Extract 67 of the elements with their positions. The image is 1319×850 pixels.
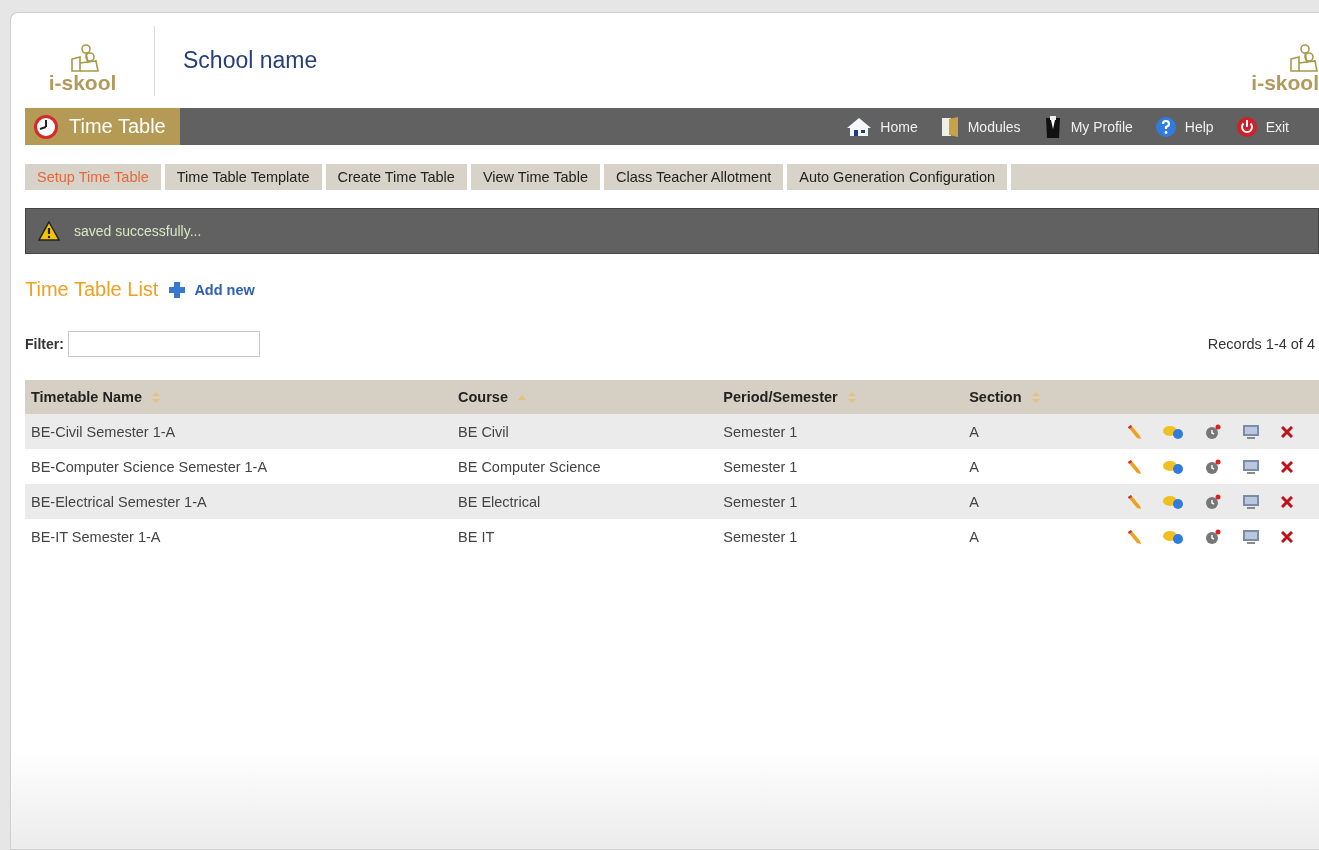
message-text: saved successfully... bbox=[74, 223, 202, 239]
monitor-icon[interactable] bbox=[1242, 423, 1261, 440]
home-icon bbox=[846, 116, 873, 137]
nav-link[interactable]: Help bbox=[1154, 114, 1214, 139]
nav-link[interactable]: Exit bbox=[1235, 114, 1289, 139]
logo-text: i-skool bbox=[48, 72, 117, 93]
folder-icon bbox=[939, 115, 960, 138]
tab[interactable]: Class Teacher Allotment bbox=[603, 164, 784, 190]
records-count: Records 1-4 of 4 bbox=[1207, 336, 1316, 352]
delete-icon[interactable] bbox=[1280, 530, 1293, 543]
table-cell: A bbox=[963, 449, 1080, 484]
coins-icon[interactable] bbox=[1162, 423, 1185, 440]
monitor-icon[interactable] bbox=[1242, 528, 1261, 545]
nav-link[interactable]: Home bbox=[846, 114, 918, 139]
nav-link[interactable]: My Profile bbox=[1042, 114, 1133, 139]
coins-icon[interactable] bbox=[1162, 458, 1185, 475]
table-cell: A bbox=[963, 484, 1080, 519]
filter-field[interactable] bbox=[67, 331, 260, 357]
table-cell: BE-Civil Semester 1-A bbox=[25, 414, 452, 449]
column-header[interactable]: Section bbox=[963, 380, 1080, 414]
table-cell: Semester 1 bbox=[717, 484, 964, 519]
logo-text: i-skool bbox=[1251, 72, 1319, 93]
table-cell: BE Electrical bbox=[452, 484, 718, 519]
tab[interactable]: Auto Generation Configuration bbox=[787, 164, 1008, 190]
table-cell: BE-Computer Science Semester 1-A bbox=[25, 449, 452, 484]
coins-icon[interactable] bbox=[1162, 493, 1185, 510]
monitor-icon[interactable] bbox=[1242, 493, 1261, 510]
pencil-icon[interactable] bbox=[1125, 458, 1142, 475]
module-title: Time Table bbox=[69, 115, 166, 138]
help-icon bbox=[1154, 115, 1177, 138]
column-header[interactable]: Period/Semester bbox=[717, 380, 964, 414]
add-new-link[interactable]: Add new bbox=[168, 280, 255, 299]
pencil-icon[interactable] bbox=[1125, 528, 1142, 545]
plus-icon bbox=[168, 280, 187, 299]
tab[interactable]: Time Table Template bbox=[164, 164, 322, 190]
list-title: Time Table List bbox=[25, 278, 159, 301]
table-cell: BE Computer Science bbox=[452, 449, 718, 484]
clock-pin-icon[interactable] bbox=[1205, 528, 1222, 545]
table-cell: BE IT bbox=[452, 519, 718, 554]
nav-link[interactable]: Modules bbox=[939, 114, 1021, 139]
table-cell: Semester 1 bbox=[717, 414, 964, 449]
filter-label: Filter: bbox=[25, 336, 64, 352]
coins-icon[interactable] bbox=[1162, 528, 1185, 545]
delete-icon[interactable] bbox=[1280, 425, 1293, 438]
table-cell: BE-IT Semester 1-A bbox=[25, 519, 452, 554]
pencil-icon[interactable] bbox=[1125, 423, 1142, 440]
monitor-icon[interactable] bbox=[1242, 458, 1261, 475]
school-name: School name bbox=[183, 47, 319, 74]
clock-pin-icon[interactable] bbox=[1205, 423, 1222, 440]
tab[interactable]: View Time Table bbox=[470, 164, 600, 190]
clock-icon bbox=[33, 113, 59, 140]
table-cell: Semester 1 bbox=[717, 449, 964, 484]
table-cell: BE Civil bbox=[452, 414, 718, 449]
table-cell: Semester 1 bbox=[717, 519, 964, 554]
pencil-icon[interactable] bbox=[1125, 493, 1142, 510]
column-header[interactable]: Course bbox=[452, 380, 718, 414]
clock-pin-icon[interactable] bbox=[1205, 493, 1222, 510]
power-icon bbox=[1235, 115, 1258, 138]
table-cell: A bbox=[963, 414, 1080, 449]
warning-icon bbox=[38, 221, 60, 241]
delete-icon[interactable] bbox=[1280, 495, 1293, 508]
clock-pin-icon[interactable] bbox=[1205, 458, 1222, 475]
table-cell: BE-Electrical Semester 1-A bbox=[25, 484, 452, 519]
column-header[interactable]: Timetable Name bbox=[25, 380, 452, 414]
tab[interactable]: Create Time Table bbox=[325, 164, 467, 190]
table-cell: A bbox=[963, 519, 1080, 554]
delete-icon[interactable] bbox=[1280, 460, 1293, 473]
